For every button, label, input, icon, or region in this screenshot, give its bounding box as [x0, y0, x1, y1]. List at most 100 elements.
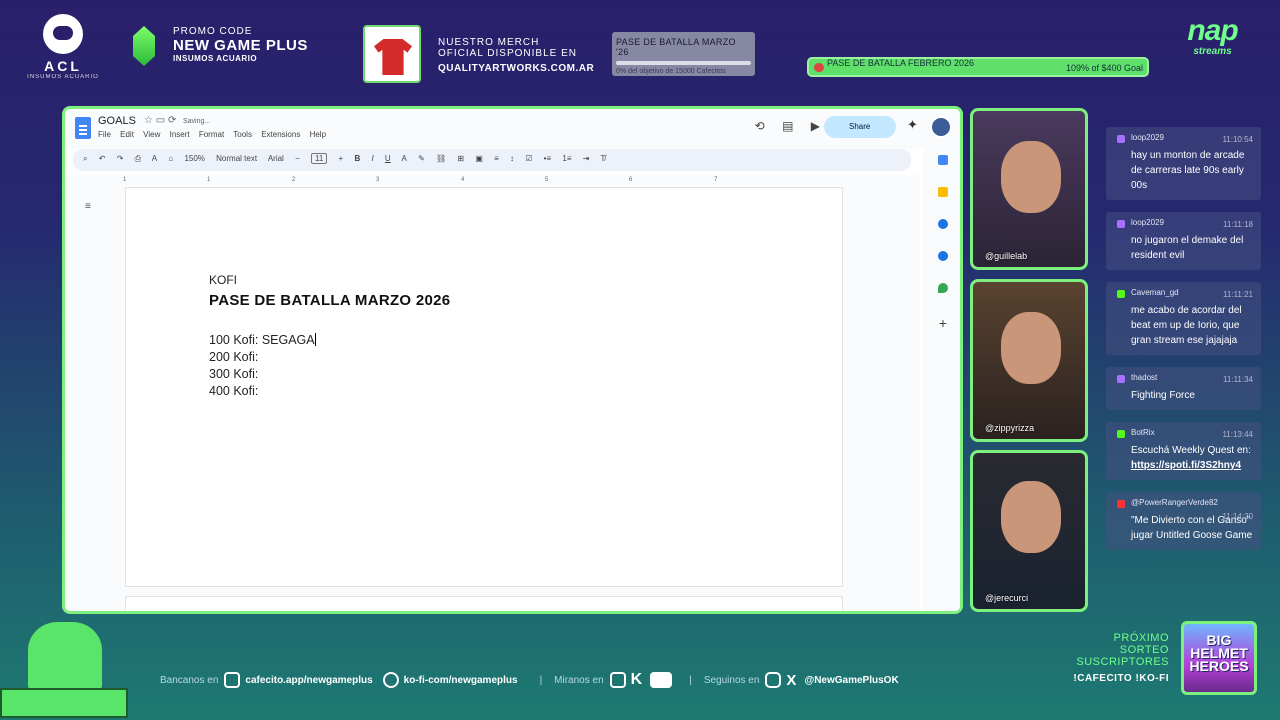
streamer-face: [1001, 141, 1061, 213]
kofi-link[interactable]: ko-fi-com/newgameplus: [404, 675, 518, 686]
cafecito-goal: PASE DE BATALLA MARZO '26 0% del objetiv…: [612, 32, 755, 76]
add-addon-icon[interactable]: +: [923, 315, 960, 331]
merch-text: NUESTRO MERCH OFICIAL DISPONIBLE EN QUAL…: [438, 37, 594, 74]
sorteo-info: PRÓXIMO SORTEO SUSCRIPTORES !CAFECITO !K…: [1067, 632, 1169, 685]
menu-edit[interactable]: Edit: [120, 130, 134, 139]
promo-sub: INSUMOS ACUARIO: [173, 54, 258, 63]
merch-image: [363, 25, 421, 83]
youtube-icon: [1117, 500, 1125, 508]
doc-page-next[interactable]: [125, 596, 843, 611]
image-icon[interactable]: ▣: [475, 154, 483, 163]
sorteo-line3: SUSCRIPTORES: [1076, 656, 1169, 668]
meet-icon[interactable]: ▶: [811, 119, 820, 133]
outline-icon[interactable]: ≡: [85, 201, 91, 212]
search-icon[interactable]: ⌕: [83, 154, 87, 163]
zoom-select[interactable]: 150%: [184, 154, 204, 163]
numbered-list-icon[interactable]: 1≡: [562, 154, 571, 163]
font-size-increase[interactable]: +: [339, 154, 344, 163]
sorteo-commands: !CAFECITO !KO-FI: [1073, 673, 1169, 684]
maps-icon[interactable]: [938, 283, 948, 293]
menu-file[interactable]: File: [98, 130, 111, 139]
gemini-icon[interactable]: ✦: [907, 117, 918, 133]
saving-status: Saving...: [183, 118, 211, 125]
font-size-decrease[interactable]: −: [295, 154, 300, 163]
menu-extensions[interactable]: Extensions: [261, 130, 300, 139]
kick-icon[interactable]: K: [631, 671, 643, 689]
webcam-2: @zippyrizza: [970, 279, 1088, 442]
bold-icon[interactable]: B: [354, 154, 360, 163]
ruler-mark: 3: [376, 177, 380, 183]
bancanos-label: Bancanos en: [160, 674, 219, 686]
share-button[interactable]: Share: [824, 116, 896, 138]
avatar[interactable]: [930, 116, 952, 138]
font-select[interactable]: Arial: [268, 154, 284, 163]
divider: |: [689, 674, 692, 686]
doc-header: GOALS ☆ ▭ ⟳ Saving... File Edit View Ins…: [65, 109, 960, 149]
text-color-icon[interactable]: A: [401, 154, 406, 163]
menu-view[interactable]: View: [143, 130, 160, 139]
mascot-figures: [28, 622, 102, 692]
redo-icon[interactable]: ↷: [117, 154, 124, 163]
ruler-mark: 2: [292, 177, 296, 183]
spellcheck-icon[interactable]: A: [152, 154, 157, 163]
kick-icon: [1117, 430, 1125, 438]
chat-time: 11:11:34: [1223, 375, 1253, 384]
link-icon[interactable]: ⛓: [436, 154, 446, 163]
chat-time: 11:13:44: [1222, 430, 1253, 439]
line-spacing-icon[interactable]: ↕: [510, 154, 514, 163]
text-cursor: [314, 333, 316, 346]
tasks-icon[interactable]: [938, 219, 948, 229]
twitch-icon: [1117, 375, 1125, 383]
keep-icon[interactable]: [938, 187, 948, 197]
ruler-mark: 1: [123, 177, 127, 183]
checklist-icon[interactable]: ☑: [525, 154, 532, 163]
doc-line-4: 400 Kofi:: [209, 384, 259, 398]
menu-tools[interactable]: Tools: [233, 130, 252, 139]
contacts-icon[interactable]: [938, 251, 948, 261]
twitch-icon[interactable]: [609, 672, 626, 688]
star-icon[interactable]: ☆ ▭ ⟳: [144, 115, 176, 126]
chat-text-body: Escuchá Weekly Quest en:: [1131, 445, 1251, 456]
print-icon[interactable]: ⎙: [135, 154, 141, 163]
format-toolbar: ⌕ ↶ ↷ ⎙ A ⌂ 150% Normal text Arial − 11 …: [73, 149, 911, 171]
social-handle[interactable]: @NewGamePlusOK: [804, 675, 898, 686]
calendar-icon[interactable]: [938, 155, 948, 165]
indent-icon[interactable]: ⇥: [583, 154, 590, 163]
comment-add-icon[interactable]: ⊞: [457, 154, 464, 163]
instagram-icon[interactable]: [765, 672, 782, 688]
undo-icon[interactable]: ↶: [99, 154, 106, 163]
style-select[interactable]: Normal text: [216, 154, 257, 163]
chat-message: Caveman_gd 11:11:21 me acabo de acordar …: [1106, 282, 1261, 355]
paint-format-icon[interactable]: ⌂: [168, 154, 173, 163]
underline-icon[interactable]: U: [385, 154, 391, 163]
align-icon[interactable]: ≡: [494, 154, 499, 163]
chat-message: loop2029 11:11:18 no jugaron el demake d…: [1106, 212, 1261, 270]
history-icon[interactable]: ⟲: [755, 119, 765, 133]
docs-icon[interactable]: [75, 117, 91, 139]
menu-help[interactable]: Help: [310, 130, 326, 139]
ruler-mark: 4: [461, 177, 465, 183]
menu-insert[interactable]: Insert: [170, 130, 190, 139]
sorteo-line1: PRÓXIMO: [1113, 632, 1169, 644]
doc-line-2: 200 Kofi:: [209, 350, 259, 364]
doc-title[interactable]: GOALS: [98, 115, 136, 127]
italic-icon[interactable]: I: [371, 154, 373, 163]
comment-icon[interactable]: ▤: [782, 119, 793, 133]
cafecito-link[interactable]: cafecito.app/newgameplus: [245, 675, 372, 686]
youtube-icon[interactable]: [650, 672, 673, 688]
bottom-links: Bancanos en cafecito.app/newgameplus ko-…: [160, 671, 909, 689]
cafecito-goal-title: PASE DE BATALLA MARZO '26: [616, 37, 736, 57]
ruler-mark: 6: [629, 177, 633, 183]
chat-message: @PowerRangerVerde82 11:14:20 "Me Diviert…: [1106, 492, 1261, 550]
x-icon[interactable]: X: [786, 672, 796, 689]
twitch-icon: [1117, 220, 1125, 228]
ruler-mark: 7: [714, 177, 718, 183]
highlight-icon[interactable]: ✎: [418, 154, 425, 163]
doc-line-1: 100 Kofi: SEGAGA: [209, 332, 316, 349]
chat-link[interactable]: https://spoti.fi/3S2hny4: [1131, 460, 1241, 471]
clear-format-icon[interactable]: T̸: [601, 154, 606, 163]
bullet-list-icon[interactable]: •≡: [544, 154, 551, 163]
menu-format[interactable]: Format: [199, 130, 224, 139]
font-size-input[interactable]: 11: [310, 153, 328, 164]
kofi-heart-icon: [814, 63, 824, 72]
